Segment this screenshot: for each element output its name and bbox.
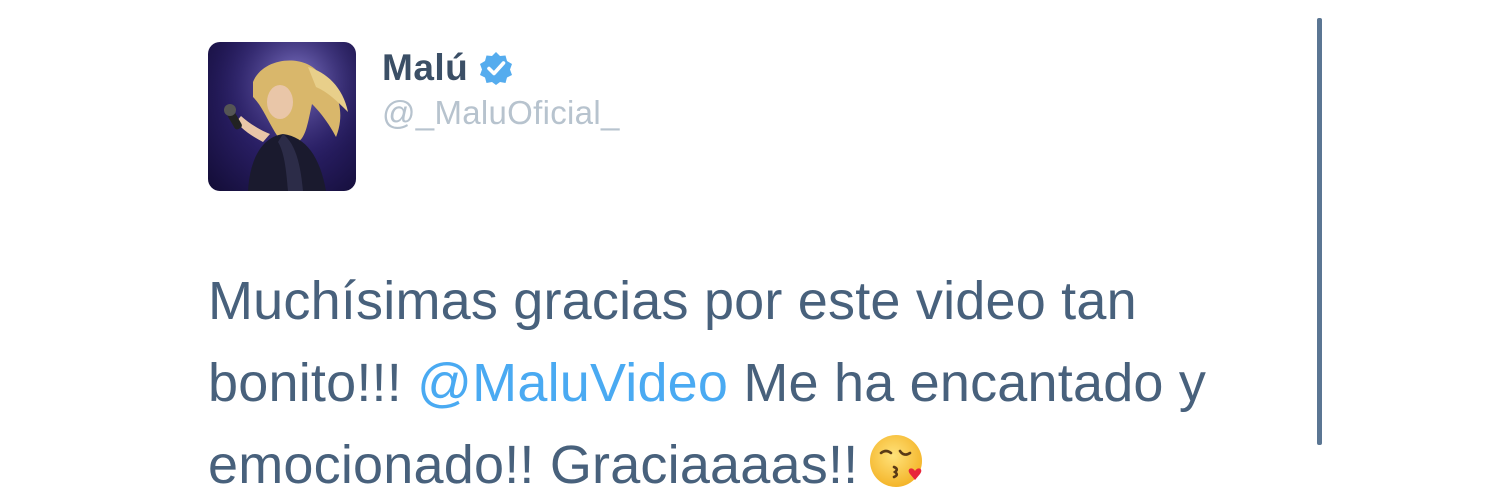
author-name-row: Malú <box>382 46 514 90</box>
verified-badge-icon <box>478 50 514 86</box>
author-handle[interactable]: @_MaluOficial_ <box>382 94 620 132</box>
tweet-text-segment: Me ha encantado y <box>728 353 1207 413</box>
timeline-divider <box>1317 18 1322 445</box>
face-throwing-a-kiss-icon <box>868 431 928 491</box>
tweet-text-line-1: Muchísimas gracias por este video tan <box>208 271 1137 331</box>
tweet-text-segment: emocionado!! Graciaaaas!! <box>208 435 859 495</box>
avatar-photo-icon <box>208 42 356 191</box>
mention-link[interactable]: @MaluVideo <box>417 353 728 413</box>
tweet-text: Muchísimas gracias por este video tan bo… <box>208 260 1308 501</box>
tweet-text-line-2: bonito!!! @MaluVideo Me ha encantado y <box>208 342 1308 424</box>
tweet-text-segment: bonito!!! <box>208 353 418 413</box>
author-avatar[interactable] <box>208 42 356 191</box>
author-name[interactable]: Malú <box>382 47 468 89</box>
tweet-card: Malú @_MaluOficial_ Muchísimas gracias p… <box>0 0 1500 501</box>
tweet-text-line-3: emocionado!! Graciaaaas!! <box>208 424 1308 501</box>
